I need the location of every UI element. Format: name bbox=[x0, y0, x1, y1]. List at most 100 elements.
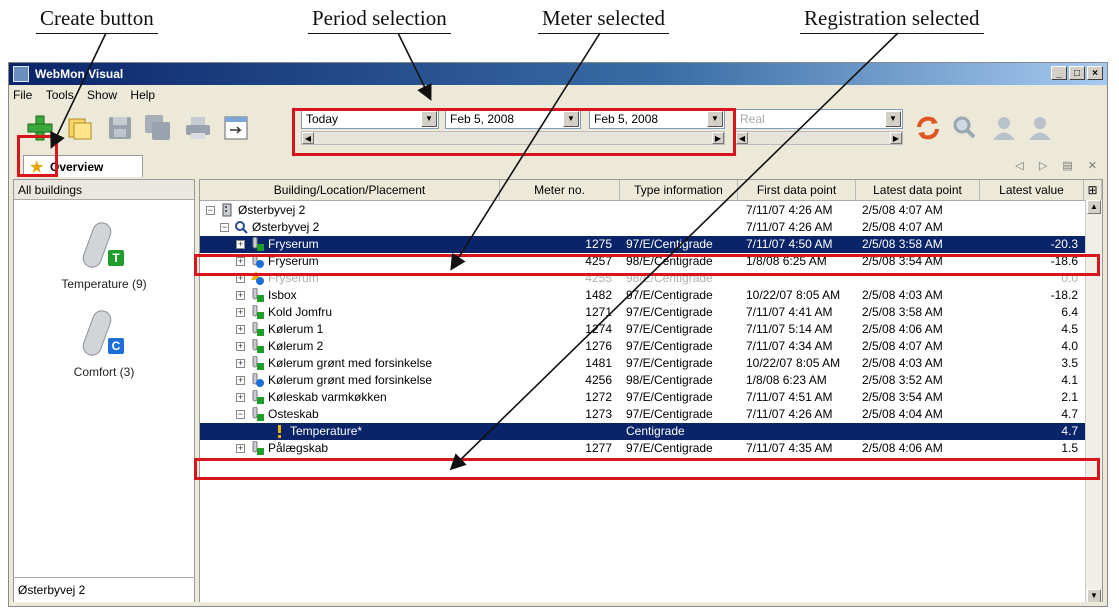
row-type: 97/E/Centigrade bbox=[626, 339, 713, 353]
table-row[interactable]: + Kold Jomfru 1271 97/E/Centigrade 7/11/07 4… bbox=[200, 304, 1102, 321]
row-latest-data: 2/5/08 4:07 AM bbox=[862, 203, 943, 217]
meter-icon bbox=[250, 321, 264, 336]
row-latest-data: 2/5/08 3:52 AM bbox=[862, 373, 943, 387]
expand-toggle-icon[interactable]: + bbox=[236, 291, 245, 300]
column-chooser-icon[interactable]: ⊞ bbox=[1084, 180, 1102, 200]
building-category-comfort[interactable]: C Comfort (3) bbox=[14, 304, 194, 379]
close-button[interactable]: × bbox=[1087, 66, 1103, 80]
table-row[interactable]: − Østerbyvej 2 7/11/07 4:26 AM 2/5/08 4:07 … bbox=[200, 202, 1102, 219]
row-type: 97/E/Centigrade bbox=[626, 356, 713, 370]
column-header-latest-data[interactable]: Latest data point bbox=[856, 180, 980, 200]
row-type: 97/E/Centigrade bbox=[626, 322, 713, 336]
scroll-right-icon[interactable]: ▶ bbox=[890, 132, 902, 144]
column-header-first-data[interactable]: First data point bbox=[738, 180, 856, 200]
menu-show[interactable]: Show bbox=[82, 85, 122, 102]
expand-toggle-icon[interactable]: + bbox=[236, 376, 245, 385]
menu-help[interactable]: Help bbox=[125, 85, 160, 102]
row-name: Kølerum grønt med forsinkelse bbox=[268, 373, 433, 387]
column-header-latest-value[interactable]: Latest value bbox=[980, 180, 1084, 200]
row-name: Kølerum 1 bbox=[268, 322, 324, 336]
expand-toggle-icon[interactable]: − bbox=[206, 206, 215, 215]
expand-toggle-icon[interactable]: + bbox=[236, 393, 245, 402]
row-latest-data: 2/5/08 3:54 AM bbox=[862, 390, 943, 404]
save-all-icon bbox=[145, 115, 170, 140]
column-header-building[interactable]: Building/Location/Placement bbox=[200, 180, 500, 200]
refresh-button[interactable] bbox=[913, 113, 943, 143]
badge-temperature: T bbox=[112, 251, 120, 265]
row-type: 97/E/Centigrade bbox=[626, 390, 713, 404]
table-row[interactable]: + Køleskab varmkøkken 1272 97/E/Centigrade 7… bbox=[200, 389, 1102, 406]
table-row[interactable]: + Isbox 1482 97/E/Centigrade 10/22/07 8:05 A… bbox=[200, 287, 1102, 304]
row-latest-data: 2/5/08 4:04 AM bbox=[862, 407, 943, 421]
menu-tools[interactable]: Tools bbox=[41, 85, 79, 102]
expand-toggle-icon[interactable]: + bbox=[236, 359, 245, 368]
row-type: 97/E/Centigrade bbox=[626, 288, 713, 302]
open-folder-button[interactable] bbox=[65, 113, 95, 143]
thermometer-icon: C bbox=[82, 310, 124, 356]
column-header-meter-no[interactable]: Meter no. bbox=[500, 180, 620, 200]
menu-file[interactable]: File bbox=[9, 85, 37, 102]
table-row[interactable]: Temperature* Centigrade 4.7 bbox=[200, 423, 1102, 440]
row-first-data: 7/11/07 4:50 AM bbox=[746, 237, 833, 251]
print-icon bbox=[186, 117, 210, 139]
table-row[interactable]: − Østerbyvej 2 7/11/07 4:26 AM 2/5/08 4:07 … bbox=[200, 219, 1102, 236]
meter-icon bbox=[250, 406, 264, 421]
expand-toggle-icon[interactable]: − bbox=[220, 223, 229, 232]
expand-toggle-icon[interactable]: + bbox=[236, 308, 245, 317]
row-type: 98/E/Centigrade bbox=[626, 373, 713, 387]
export-button[interactable] bbox=[221, 113, 251, 143]
scroll-up-icon[interactable]: ▲ bbox=[1087, 200, 1101, 214]
minimize-button[interactable]: _ bbox=[1051, 66, 1067, 80]
row-first-data: 7/11/07 4:26 AM bbox=[746, 220, 833, 234]
highlight-period-selection bbox=[292, 108, 736, 156]
thermometer-icon: T bbox=[82, 222, 124, 268]
expand-toggle-icon[interactable]: + bbox=[236, 240, 245, 249]
annotation-create-button: Create button bbox=[36, 6, 158, 34]
table-row[interactable]: + Pålægskab 1277 97/E/Centigrade 7/11/07 4:3… bbox=[200, 440, 1102, 457]
building-category-label: Comfort (3) bbox=[73, 365, 135, 379]
user-edit-icon bbox=[1029, 117, 1051, 140]
table-row[interactable]: + Kølerum 1 1274 97/E/Centigrade 7/11/07 5:1… bbox=[200, 321, 1102, 338]
row-first-data: 7/11/07 4:26 AM bbox=[746, 203, 833, 217]
row-type: 97/E/Centigrade bbox=[626, 237, 713, 251]
mode-scrollbar[interactable]: ◀ ▶ bbox=[735, 131, 903, 145]
row-first-data: 10/22/07 8:05 AM bbox=[746, 288, 841, 302]
row-latest-data: 2/5/08 4:03 AM bbox=[862, 356, 943, 370]
row-latest-value: 1.5 bbox=[1061, 441, 1078, 455]
row-latest-data: 2/5/08 3:58 AM bbox=[862, 237, 943, 251]
table-row[interactable]: + Kølerum 2 1276 97/E/Centigrade 7/11/07 4:3… bbox=[200, 338, 1102, 355]
scroll-left-icon[interactable]: ◀ bbox=[736, 132, 748, 144]
table-row[interactable]: − Osteskab 1273 97/E/Centigrade 7/11/07 4:26… bbox=[200, 406, 1102, 423]
location-icon bbox=[234, 220, 248, 234]
maximize-button[interactable]: □ bbox=[1069, 66, 1085, 80]
warning-icon bbox=[272, 424, 286, 438]
expand-toggle-icon[interactable]: + bbox=[236, 325, 245, 334]
expand-toggle-icon[interactable]: + bbox=[236, 342, 245, 351]
row-name: Køleskab varmkøkken bbox=[268, 390, 387, 404]
row-latest-data: 2/5/08 4:06 AM bbox=[862, 441, 943, 455]
grid-header: Building/Location/Placement Meter no. Ty… bbox=[200, 180, 1102, 201]
table-row[interactable]: + Kølerum grønt med forsinkelse 1481 97/E/C… bbox=[200, 355, 1102, 372]
highlight-create-button bbox=[17, 135, 58, 177]
meter-icon bbox=[250, 338, 264, 353]
user-icon bbox=[993, 117, 1015, 140]
column-header-type[interactable]: Type information bbox=[620, 180, 738, 200]
building-category-temperature[interactable]: T Temperature (9) bbox=[14, 216, 194, 291]
row-name: Kølerum 2 bbox=[268, 339, 324, 353]
row-first-data: 7/11/07 4:51 AM bbox=[746, 390, 833, 404]
expand-toggle-icon[interactable]: + bbox=[236, 444, 245, 453]
tab-controls[interactable]: ◁ ▷ ▤ ✕ bbox=[1015, 159, 1103, 172]
chevron-down-icon[interactable]: ▼ bbox=[885, 111, 901, 127]
row-name: Kølerum grønt med forsinkelse bbox=[268, 356, 433, 370]
expand-toggle-icon[interactable]: − bbox=[236, 410, 245, 419]
row-type: 97/E/Centigrade bbox=[626, 305, 713, 319]
scroll-down-icon[interactable]: ▼ bbox=[1087, 589, 1101, 603]
table-row[interactable]: + Fryserum 1275 97/E/Centigrade 7/11/07 4:50… bbox=[200, 236, 1102, 253]
mode-select[interactable]: Real ▼ bbox=[735, 109, 903, 129]
row-first-data: 7/11/07 4:41 AM bbox=[746, 305, 833, 319]
status-bar bbox=[9, 602, 1107, 606]
row-type: Centigrade bbox=[626, 424, 685, 438]
row-name: Osteskab bbox=[268, 407, 319, 421]
row-meter-no: 1275 bbox=[585, 237, 612, 251]
table-row[interactable]: + Kølerum grønt med forsinkelse 4256 98/E/C… bbox=[200, 372, 1102, 389]
